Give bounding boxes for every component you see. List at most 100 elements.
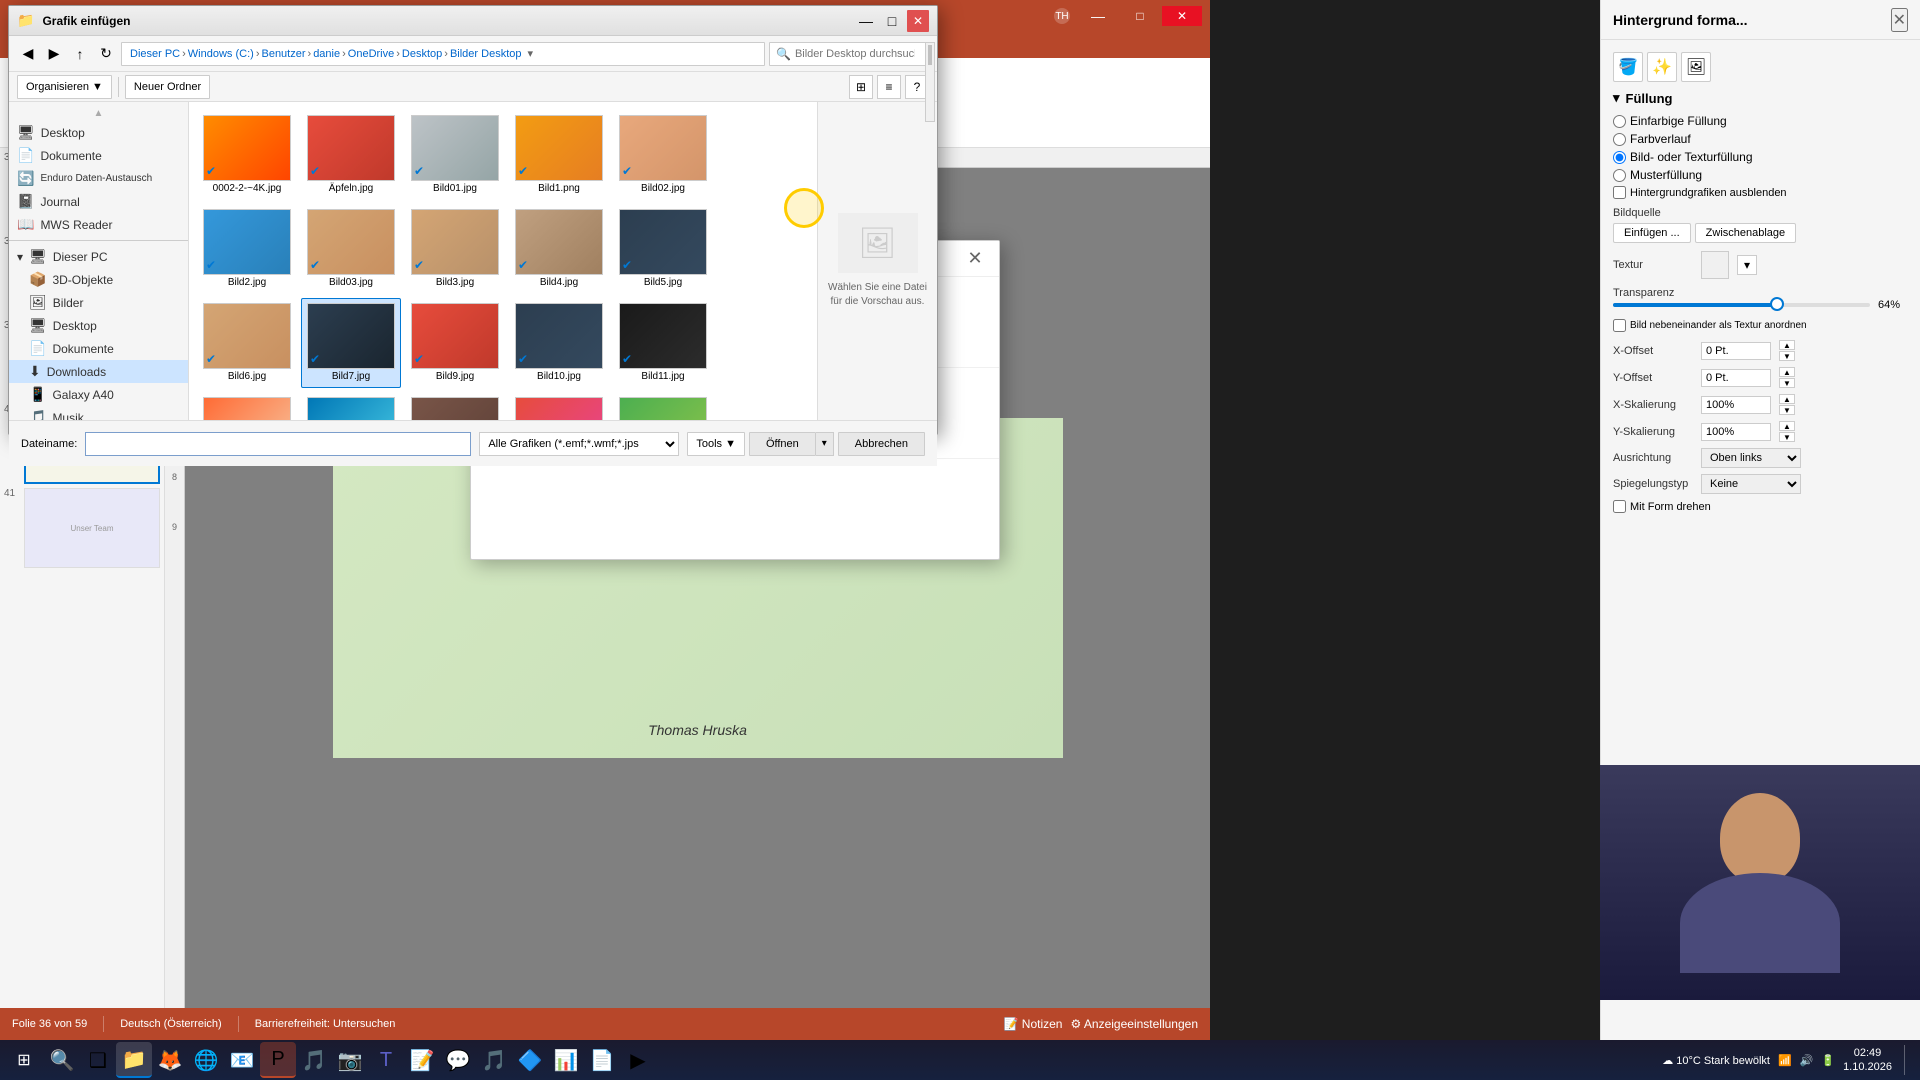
breadcrumb-dieser-pc[interactable]: Dieser PC (130, 48, 180, 60)
insert-dialog-close-btn[interactable]: ✕ (963, 247, 987, 271)
taskbar-onenote-btn[interactable]: 📝 (404, 1042, 440, 1078)
ppt-minimize-btn[interactable]: — (1078, 6, 1118, 26)
radio-muster-input[interactable] (1613, 169, 1626, 182)
file-item-bild7[interactable]: ✔ Bild7.jpg (301, 298, 401, 388)
radio-farbverlauf-input[interactable] (1613, 133, 1626, 146)
breadcrumb-windows-c[interactable]: Windows (C:) (188, 48, 254, 60)
sidebar-item-downloads[interactable]: ⬇ Downloads (9, 360, 188, 383)
file-item[interactable]: ✔ coffeehouse-2600877_1280.jpg (405, 392, 505, 420)
file-item[interactable]: ✔ (509, 392, 609, 420)
sidebar-item-dokumente[interactable]: 📄 Dokumente (9, 337, 188, 360)
file-item[interactable]: ✔ (613, 392, 713, 420)
dialog-minimize-btn[interactable]: — (855, 10, 877, 32)
scrollbar-thumb[interactable] (928, 45, 932, 65)
tools-btn[interactable]: Tools ▼ (687, 432, 745, 456)
taskbar-word-btn[interactable]: 📄 (584, 1042, 620, 1078)
sidebar-item-3d[interactable]: 📦 3D-Objekte (9, 268, 188, 291)
right-panel-close-btn[interactable]: ✕ (1891, 8, 1908, 32)
sidebar-item-bilder[interactable]: 🖼 Bilder (9, 291, 188, 314)
slide-thumb-41[interactable]: Unser Team (24, 488, 160, 568)
radio-bild-textur[interactable]: Bild- oder Texturfüllung (1613, 150, 1908, 164)
alignment-select[interactable]: Oben links (1701, 448, 1801, 468)
file-item[interactable]: ✔ Äpfeln.jpg (301, 110, 401, 200)
transparency-slider[interactable] (1613, 303, 1870, 307)
checkbox-form-input[interactable] (1613, 500, 1626, 513)
taskbar-camera-btn[interactable]: 📷 (332, 1042, 368, 1078)
y-offset-input[interactable] (1701, 369, 1771, 387)
file-item[interactable]: ✔ Bild03.jpg (301, 204, 401, 294)
taskbar-more-btn[interactable]: ▶ (620, 1042, 656, 1078)
radio-bild-textur-input[interactable] (1613, 151, 1626, 164)
file-item[interactable]: ✔ Bild10.jpg (509, 298, 609, 388)
taskbar-taskview-btn[interactable]: ❑ (80, 1042, 116, 1078)
file-item[interactable]: ✔ Bild2.jpg (197, 204, 297, 294)
image-icon-btn[interactable]: 🖼 (1681, 52, 1711, 82)
taskbar-music-btn[interactable]: 🎵 (296, 1042, 332, 1078)
y-scale-up-btn[interactable]: ▲ (1779, 421, 1795, 431)
dialog-maximize-btn[interactable]: □ (881, 10, 903, 32)
sidebar-item-desktop[interactable]: 🖥 Desktop (9, 314, 188, 337)
organize-btn[interactable]: Organisieren ▼ (17, 75, 112, 99)
notes-btn[interactable]: 📝 Notizen (1004, 1017, 1063, 1031)
breadcrumb-onedrive[interactable]: OneDrive (348, 48, 394, 60)
file-item[interactable]: ✔ Bild3.jpg (405, 204, 505, 294)
taskbar-chrome-btn[interactable]: 🌐 (188, 1042, 224, 1078)
sidebar-item-dokumente-top[interactable]: 📄 Dokumente (9, 144, 188, 167)
view-btn-1[interactable]: ⊞ (849, 75, 873, 99)
file-item[interactable]: ✔ 0002-2-~4K.jpg (197, 110, 297, 200)
clipboard-btn[interactable]: Zwischenablage (1695, 223, 1797, 243)
filename-input[interactable] (85, 432, 471, 456)
file-item[interactable]: ✔ Bild5.jpg (613, 204, 713, 294)
nav-up-btn[interactable]: ↑ (69, 43, 91, 65)
file-item[interactable]: ✔ Bild01.jpg (405, 110, 505, 200)
y-scale-down-btn[interactable]: ▼ (1779, 432, 1795, 442)
file-item[interactable]: ✔ Bild4.jpg (509, 204, 609, 294)
taskbar-clock[interactable]: 02:49 1.10.2026 (1843, 1046, 1892, 1075)
radio-einfarbig-input[interactable] (1613, 115, 1626, 128)
sidebar-item-galaxy[interactable]: 📱 Galaxy A40 (9, 383, 188, 406)
open-btn[interactable]: Öffnen (749, 432, 816, 456)
file-item[interactable]: ✔ Bild02.jpg (613, 110, 713, 200)
file-item[interactable]: ✔ Bild9.jpg (405, 298, 505, 388)
taskbar-firefox-btn[interactable]: 🦊 (152, 1042, 188, 1078)
fill-icon-btn[interactable]: 🪣 (1613, 52, 1643, 82)
breadcrumb-danie[interactable]: danie (313, 48, 340, 60)
dialog-close-btn[interactable]: ✕ (907, 10, 929, 32)
y-offset-down-btn[interactable]: ▼ (1779, 378, 1795, 388)
nav-forward-btn[interactable]: ▶ (43, 43, 65, 65)
ppt-close-btn[interactable]: ✕ (1162, 6, 1202, 26)
breadcrumb-bilder-desktop[interactable]: Bilder Desktop (450, 48, 522, 60)
radio-einfarbig[interactable]: Einfarbige Füllung (1613, 114, 1908, 128)
breadcrumb-benutzer[interactable]: Benutzer (261, 48, 305, 60)
x-offset-down-btn[interactable]: ▼ (1779, 351, 1795, 361)
taskbar-sound-icon[interactable]: 🔊 (1800, 1054, 1814, 1067)
file-item[interactable]: ✔ blue-69738.jpg (301, 392, 401, 420)
file-item[interactable]: ✔ Bild12.jpg (197, 392, 297, 420)
ppt-maximize-btn[interactable]: □ (1120, 6, 1160, 26)
nav-refresh-btn[interactable]: ↻ (95, 43, 117, 65)
sidebar-item-enduro[interactable]: 🔄 Enduro Daten-Austausch (9, 167, 188, 190)
taskbar-excel-btn[interactable]: 📊 (548, 1042, 584, 1078)
checkbox-form[interactable]: Mit Form drehen (1613, 500, 1908, 513)
breadcrumb-desktop[interactable]: Desktop (402, 48, 442, 60)
texture-expand-btn[interactable]: ▾ (1737, 255, 1757, 275)
taskbar-show-desktop-btn[interactable] (1904, 1045, 1908, 1075)
filetype-select[interactable]: Alle Grafiken (*.emf;*.wmf;*.jps (479, 432, 679, 456)
file-item[interactable]: ✔ Bild11.jpg (613, 298, 713, 388)
file-item[interactable]: ✔ Bild6.jpg (197, 298, 297, 388)
taskbar-mail-btn[interactable]: 📧 (224, 1042, 260, 1078)
cancel-btn[interactable]: Abbrechen (838, 432, 925, 456)
taskbar-spotify-btn[interactable]: 🎵 (476, 1042, 512, 1078)
sidebar-item-dieser-pc[interactable]: ▾ 🖥 Dieser PC (9, 245, 188, 268)
taskbar-network-icon[interactable]: 📶 (1778, 1054, 1792, 1067)
checkbox-tile[interactable]: Bild nebeneinander als Textur anordnen (1613, 319, 1908, 332)
nav-back-btn[interactable]: ◀ (17, 43, 39, 65)
radio-farbverlauf[interactable]: Farbverlauf (1613, 132, 1908, 146)
taskbar-edge-btn[interactable]: 🔷 (512, 1042, 548, 1078)
sidebar-item-mws[interactable]: 📖 MWS Reader (9, 213, 188, 236)
effects-icon-btn[interactable]: ✨ (1647, 52, 1677, 82)
mirror-select[interactable]: Keine (1701, 474, 1801, 494)
taskbar-explorer-btn[interactable]: 📁 (116, 1042, 152, 1078)
radio-muster[interactable]: Musterfüllung (1613, 168, 1908, 182)
x-scale-input[interactable] (1701, 396, 1771, 414)
